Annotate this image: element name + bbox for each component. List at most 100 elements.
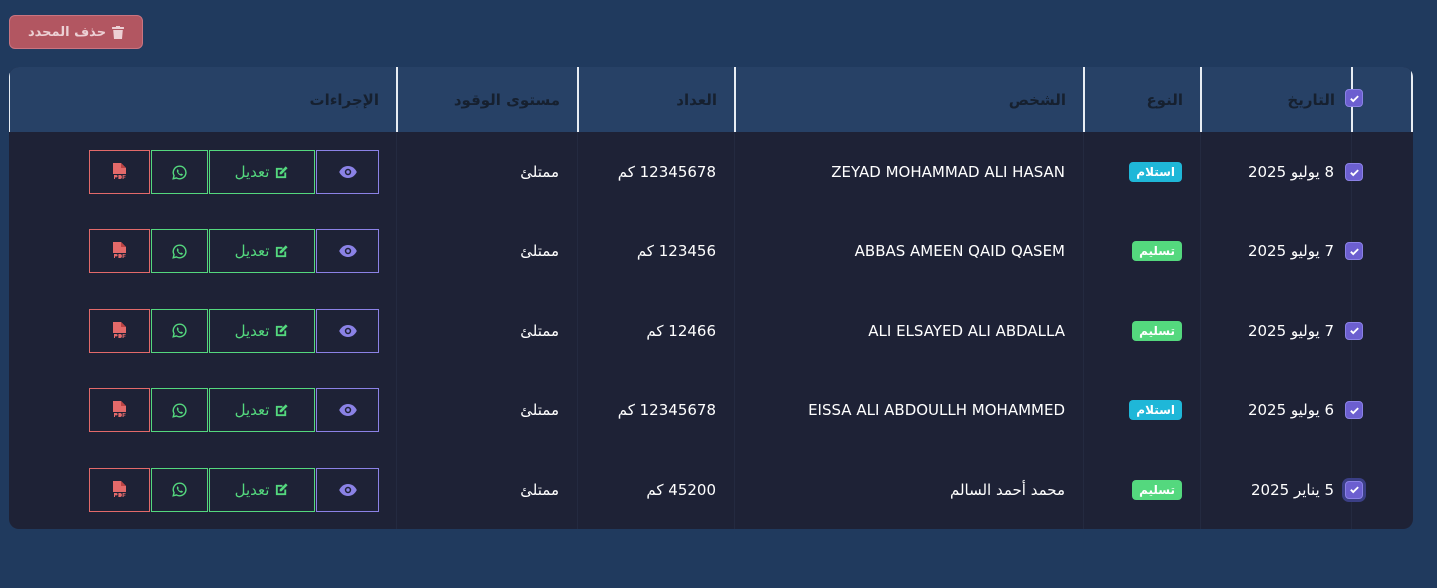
row-select-checkbox[interactable]: [1345, 401, 1363, 420]
row-date: 5 يناير 2025: [1251, 480, 1334, 499]
whatsapp-button[interactable]: [151, 229, 208, 274]
whatsapp-icon: [172, 323, 187, 339]
header-type: النوع: [1083, 67, 1201, 132]
row-odometer: 45200 كم: [646, 480, 716, 499]
row-person: محمد أحمد السالم: [949, 480, 1065, 499]
checkmark-icon: [1349, 248, 1359, 256]
pdf-button[interactable]: [89, 308, 150, 353]
whatsapp-icon: [172, 244, 187, 259]
row-select-checkbox[interactable]: [1345, 321, 1363, 340]
row-fuel-level: ممتلئ: [520, 480, 559, 499]
row-fuel-level: ممتلئ: [520, 401, 559, 420]
edit-label: تعديل: [234, 242, 270, 261]
row-type-cell: تسليم: [1083, 211, 1182, 291]
type-badge: تسليم: [1132, 241, 1182, 262]
row-select-checkbox[interactable]: [1345, 480, 1363, 499]
whatsapp-icon: [172, 165, 187, 180]
checkmark-icon: [1349, 168, 1359, 176]
delete-selected-button[interactable]: حذف المحدد: [9, 15, 143, 49]
checkmark-icon: [1349, 327, 1359, 335]
table-row: 7 يوليو 2025 تسليم ABBAS AMEEN QAID QASE…: [9, 211, 1413, 291]
table-row: 8 يوليو 2025 استلام ZEYAD MOHAMMAD ALI H…: [9, 132, 1413, 212]
edit-icon: [276, 324, 289, 337]
row-odometer: 12345678 كم: [617, 401, 716, 420]
type-badge: استلام: [1129, 400, 1182, 421]
edit-label: تعديل: [234, 321, 270, 340]
eye-icon: [338, 483, 357, 496]
row-type-cell: تسليم: [1083, 450, 1182, 529]
edit-button[interactable]: تعديل: [209, 229, 315, 274]
view-button[interactable]: [316, 388, 379, 433]
row-person: EISSA ALI ABDOULLH MOHAMMED: [808, 401, 1065, 420]
row-date: 6 يوليو 2025: [1247, 401, 1334, 420]
whatsapp-icon: [172, 482, 187, 497]
row-odometer: 123456 كم: [636, 242, 716, 261]
table-row: 6 يوليو 2025 استلام EISSA ALI ABDOULLH M…: [9, 370, 1413, 450]
pdf-file-icon: [112, 401, 127, 419]
whatsapp-button[interactable]: [151, 150, 208, 194]
edit-label: تعديل: [234, 480, 270, 499]
row-actions: تعديل: [89, 229, 379, 274]
page: حذف المحدد الإجراءات مستوى الوقود العداد…: [0, 0, 1437, 588]
whatsapp-button[interactable]: [151, 388, 208, 433]
pdf-file-icon: [112, 242, 127, 260]
records-table: الإجراءات مستوى الوقود العداد الشخص النو…: [9, 67, 1413, 529]
header-odometer: العداد: [577, 67, 735, 132]
pdf-button[interactable]: [89, 150, 150, 194]
row-date: 7 يوليو 2025: [1247, 242, 1334, 261]
delete-selected-label: حذف المحدد: [27, 24, 107, 40]
pdf-file-icon: [112, 480, 127, 498]
eye-icon: [338, 166, 357, 178]
type-badge: استلام: [1129, 162, 1182, 182]
row-date: 7 يوليو 2025: [1247, 321, 1334, 340]
row-actions: تعديل: [89, 308, 379, 353]
header-actions: الإجراءات: [9, 67, 397, 132]
edit-button[interactable]: تعديل: [209, 388, 315, 433]
edit-icon: [276, 245, 289, 258]
pdf-button[interactable]: [89, 229, 150, 274]
whatsapp-button[interactable]: [151, 308, 208, 353]
pdf-button[interactable]: [89, 467, 150, 512]
row-type-cell: تسليم: [1083, 291, 1182, 371]
header-person: الشخص: [734, 67, 1084, 132]
row-odometer: 12466 كم: [646, 321, 716, 340]
edit-icon: [276, 165, 289, 178]
row-actions: تعديل: [89, 388, 379, 433]
view-button[interactable]: [316, 467, 379, 512]
eye-icon: [338, 404, 357, 417]
edit-label: تعديل: [234, 163, 270, 181]
row-type-cell: استلام: [1083, 370, 1182, 450]
edit-button[interactable]: تعديل: [209, 308, 315, 353]
row-fuel-level: ممتلئ: [520, 321, 559, 340]
row-person: ZEYAD MOHAMMAD ALI HASAN: [831, 163, 1065, 181]
row-odometer: 12345678 كم: [617, 163, 716, 181]
row-fuel-level: ممتلئ: [520, 163, 559, 181]
row-select-checkbox[interactable]: [1345, 242, 1363, 261]
type-badge: تسليم: [1132, 320, 1182, 341]
table-row: 5 يناير 2025 تسليم محمد أحمد السالم 4520…: [9, 450, 1413, 529]
pdf-button[interactable]: [89, 388, 150, 433]
trash-icon: [112, 25, 125, 39]
table-header: الإجراءات مستوى الوقود العداد الشخص النو…: [9, 67, 1413, 132]
view-button[interactable]: [316, 229, 379, 274]
row-select-checkbox[interactable]: [1345, 163, 1363, 181]
row-type-cell: استلام: [1083, 132, 1182, 212]
select-all-checkbox[interactable]: [1345, 89, 1363, 107]
header-date[interactable]: التاريخ: [1200, 67, 1353, 132]
pdf-file-icon: [112, 163, 127, 180]
eye-icon: [338, 324, 357, 337]
type-badge: تسليم: [1132, 479, 1182, 500]
row-date: 8 يوليو 2025: [1247, 163, 1334, 181]
edit-label: تعديل: [234, 401, 270, 420]
edit-button[interactable]: تعديل: [209, 150, 315, 194]
edit-icon: [276, 483, 289, 496]
view-button[interactable]: [316, 150, 379, 194]
checkmark-icon: [1349, 407, 1359, 415]
table-row: 7 يوليو 2025 تسليم ALI ELSAYED ALI ABDAL…: [9, 291, 1413, 371]
whatsapp-button[interactable]: [151, 467, 208, 512]
checkmark-icon: [1349, 94, 1359, 102]
edit-icon: [276, 404, 289, 416]
row-actions: تعديل: [89, 150, 379, 194]
edit-button[interactable]: تعديل: [209, 467, 315, 512]
view-button[interactable]: [316, 308, 379, 353]
